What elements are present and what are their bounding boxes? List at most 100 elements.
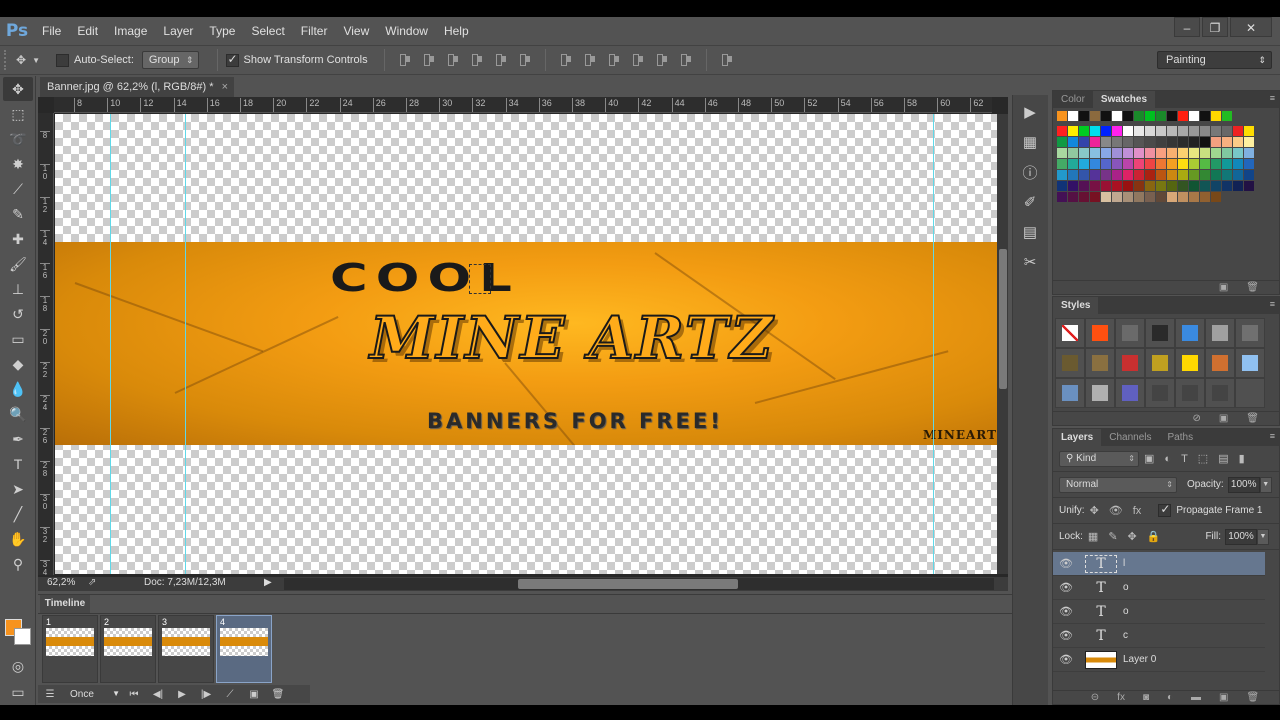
style-preset[interactable] (1235, 378, 1265, 408)
swatch[interactable] (1233, 126, 1244, 137)
swatch[interactable] (1178, 170, 1189, 181)
lock-image-icon[interactable]: ✎ (1108, 530, 1117, 543)
horizontal-scrollbar[interactable] (284, 578, 994, 590)
lock-transparent-icon[interactable]: ▦ (1088, 530, 1098, 543)
swatch[interactable] (1244, 181, 1255, 192)
swatch[interactable] (1167, 111, 1178, 122)
swatch[interactable] (1123, 192, 1134, 203)
swatch[interactable] (1123, 111, 1134, 122)
type-tool[interactable]: T (3, 452, 33, 476)
swatch[interactable] (1079, 192, 1090, 203)
swatch[interactable] (1244, 170, 1255, 181)
swatch[interactable] (1090, 111, 1101, 122)
swatch[interactable] (1200, 137, 1211, 148)
vertical-scroll-thumb[interactable] (999, 249, 1007, 389)
swatch[interactable] (1200, 111, 1211, 122)
swatch[interactable] (1145, 192, 1156, 203)
swatch[interactable] (1156, 148, 1167, 159)
swatch[interactable] (1068, 170, 1079, 181)
swatch[interactable] (1068, 192, 1079, 203)
swatch[interactable] (1057, 111, 1068, 122)
quick-selection-tool[interactable]: ✸ (3, 152, 33, 176)
style-preset[interactable] (1235, 348, 1265, 378)
swatch[interactable] (1145, 126, 1156, 137)
visibility-eye-icon[interactable]: 👁 (1053, 629, 1079, 642)
distribute-right-icon[interactable] (678, 52, 694, 68)
swatch[interactable] (1123, 137, 1134, 148)
workspace-switcher[interactable]: Painting (1157, 51, 1272, 69)
swatch[interactable] (1112, 159, 1123, 170)
swatch[interactable] (1222, 170, 1233, 181)
swatch[interactable] (1134, 192, 1145, 203)
link-layers-icon[interactable]: ⊝ (1091, 692, 1099, 703)
swatch[interactable] (1090, 126, 1101, 137)
swatch[interactable] (1211, 111, 1222, 122)
style-preset[interactable] (1115, 378, 1145, 408)
swatch[interactable] (1090, 137, 1101, 148)
swatch[interactable] (1189, 192, 1200, 203)
style-preset[interactable] (1205, 378, 1235, 408)
propagate-frame-checkbox[interactable] (1158, 502, 1172, 517)
swatch[interactable] (1112, 111, 1123, 122)
swatch[interactable] (1112, 192, 1123, 203)
play-actions-icon[interactable]: ▶ (1013, 99, 1047, 125)
opacity-input[interactable]: 100% (1227, 476, 1260, 493)
swatch[interactable] (1200, 192, 1211, 203)
swatch[interactable] (1233, 170, 1244, 181)
swatch[interactable] (1211, 148, 1222, 159)
swatch[interactable] (1123, 126, 1134, 137)
style-preset[interactable] (1175, 318, 1205, 348)
style-preset[interactable] (1115, 318, 1145, 348)
swatch[interactable] (1211, 181, 1222, 192)
swatch[interactable] (1090, 159, 1101, 170)
swatch[interactable] (1222, 148, 1233, 159)
layer-row[interactable]: 👁 To (1053, 576, 1265, 600)
swatch[interactable] (1123, 148, 1134, 159)
swatch[interactable] (1222, 126, 1233, 137)
swatch[interactable] (1079, 148, 1090, 159)
filter-adjustment-icon[interactable]: ◐ (1164, 453, 1171, 465)
delete-frame-button[interactable]: 🗑 (266, 689, 290, 700)
swatch[interactable] (1101, 170, 1112, 181)
swatch[interactable] (1145, 170, 1156, 181)
swatch[interactable] (1101, 181, 1112, 192)
blur-tool[interactable]: 💧 (3, 377, 33, 401)
swatch[interactable] (1101, 111, 1112, 122)
swatch[interactable] (1112, 181, 1123, 192)
history-brush-tool[interactable]: ↺ (3, 302, 33, 326)
swatch[interactable] (1200, 126, 1211, 137)
loop-options-dropdown[interactable]: Once ▼ (62, 689, 122, 700)
horizontal-ruler[interactable]: 8 10 12 14 16 18 20 22 24 26 28 30 32 34 36 38 40 42 44 46 4… (54, 97, 992, 113)
unify-style-icon[interactable]: fx (1133, 505, 1142, 517)
align-bottom-edges-icon[interactable] (445, 52, 461, 68)
previous-frame-button[interactable]: ◀| (146, 689, 170, 700)
swatch[interactable] (1200, 159, 1211, 170)
swatch[interactable] (1233, 159, 1244, 170)
swatch[interactable] (1057, 181, 1068, 192)
distribute-bottom-icon[interactable] (606, 52, 622, 68)
swatch[interactable] (1145, 159, 1156, 170)
blend-mode-dropdown[interactable]: Normal (1059, 476, 1177, 493)
tab-color[interactable]: Color (1053, 91, 1093, 108)
timeline-frame[interactable]: 42 sec. ▾ (216, 615, 272, 699)
align-left-edges-icon[interactable] (469, 52, 485, 68)
fill-input[interactable]: 100% (1225, 528, 1258, 545)
filter-type-icon[interactable]: T (1181, 453, 1188, 465)
swatch[interactable] (1189, 148, 1200, 159)
swatch[interactable] (1211, 192, 1222, 203)
swatch[interactable] (1167, 148, 1178, 159)
swatch[interactable] (1200, 148, 1211, 159)
tab-styles[interactable]: Styles (1053, 297, 1099, 314)
filter-pixel-icon[interactable]: ▣ (1144, 452, 1154, 465)
swatch[interactable] (1233, 181, 1244, 192)
new-group-icon[interactable]: ▬ (1191, 692, 1201, 703)
style-preset[interactable] (1145, 348, 1175, 378)
swatch[interactable] (1167, 159, 1178, 170)
filter-toggle-icon[interactable]: ▮ (1239, 452, 1245, 465)
swatch[interactable] (1178, 148, 1189, 159)
distribute-top-icon[interactable] (558, 52, 574, 68)
opacity-slider-toggle[interactable]: ▼ (1259, 476, 1272, 493)
layer-row[interactable]: 👁 Layer 0 (1053, 648, 1265, 672)
background-color-swatch[interactable] (14, 628, 31, 645)
swatch[interactable] (1145, 137, 1156, 148)
